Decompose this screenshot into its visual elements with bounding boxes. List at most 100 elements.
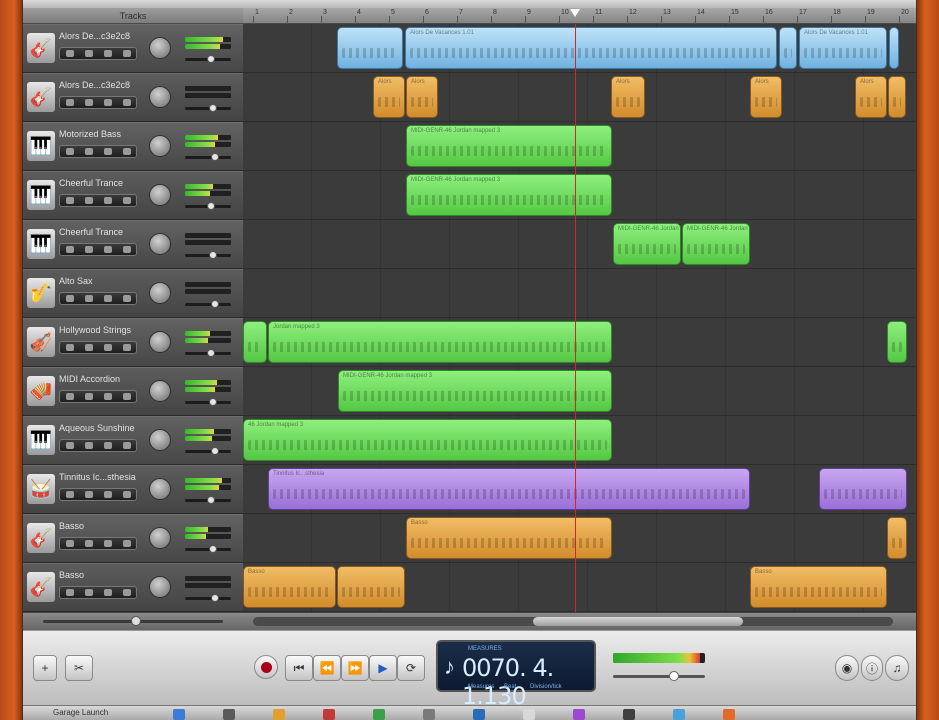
edit-button[interactable]: ✂ (65, 655, 93, 681)
dock-app-icon[interactable] (423, 709, 435, 720)
cycle-button[interactable]: ⟳ (397, 655, 425, 681)
track-volume-thumb[interactable] (209, 398, 217, 406)
zoom-slider[interactable] (43, 616, 223, 626)
solo-button[interactable] (103, 540, 112, 547)
lock-button[interactable] (122, 589, 131, 596)
solo-button[interactable] (103, 442, 112, 449)
blue-region[interactable]: Alors De Vacances 1.01 (405, 27, 777, 69)
lock-button[interactable] (122, 442, 131, 449)
green-region[interactable] (243, 321, 267, 363)
track-volume-slider[interactable] (185, 447, 231, 455)
track-header[interactable]: 🎸 Alors De...c3e2c8 (23, 73, 243, 122)
mute-button[interactable] (84, 148, 93, 155)
track-volume-thumb[interactable] (207, 55, 215, 63)
pan-knob[interactable] (149, 527, 171, 549)
solo-button[interactable] (103, 197, 112, 204)
rewind-button[interactable]: ⏪ (313, 655, 341, 681)
track-lane[interactable]: MIDI-GENR-46 Jordan mapped 3 (243, 122, 916, 171)
track-volume-thumb[interactable] (209, 251, 217, 259)
lock-button[interactable] (122, 246, 131, 253)
track-volume-thumb[interactable] (211, 594, 219, 602)
dock-app-icon[interactable] (223, 709, 235, 720)
track-header[interactable]: 🎹 Motorized Bass (23, 122, 243, 171)
track-header[interactable]: 🎻 Hollywood Strings (23, 318, 243, 367)
zoom-slider-thumb[interactable] (131, 616, 141, 626)
track-volume-slider[interactable] (185, 594, 231, 602)
orange-region[interactable]: Alors (611, 76, 645, 118)
track-header[interactable]: 🎸 Basso (23, 514, 243, 563)
green-region[interactable]: MIDI-GENR-46 Jordan mapped 3 (682, 223, 750, 265)
dock-app-icon[interactable] (323, 709, 335, 720)
blue-region[interactable] (337, 27, 403, 69)
green-region[interactable]: 46 Jordan mapped 3 (243, 419, 612, 461)
solo-button[interactable] (103, 344, 112, 351)
solo-button[interactable] (103, 491, 112, 498)
dock-app-icon[interactable] (173, 709, 185, 720)
track-lane[interactable]: MIDI-GENR-46 Jordan mapped 3 (243, 367, 916, 416)
pan-knob[interactable] (149, 233, 171, 255)
track-header[interactable]: 🎹 Cheerful Trance (23, 220, 243, 269)
track-lane[interactable]: MIDI-GENR-46 Jordan mapped 3 (243, 171, 916, 220)
track-volume-thumb[interactable] (209, 545, 217, 553)
orange-region[interactable]: Alors (750, 76, 782, 118)
blue-region[interactable] (779, 27, 797, 69)
orange-region[interactable]: Alors (406, 76, 438, 118)
orange-region[interactable]: Alors (373, 76, 405, 118)
mute-button[interactable] (84, 589, 93, 596)
go-to-beginning-button[interactable]: ⏮ (285, 655, 313, 681)
orange-region[interactable]: Basso (406, 517, 612, 559)
pan-knob[interactable] (149, 478, 171, 500)
track-lane[interactable] (243, 269, 916, 318)
media-browser-button[interactable]: ♫ (885, 655, 909, 681)
horizontal-scrollbar[interactable] (253, 617, 893, 626)
green-region[interactable] (887, 321, 907, 363)
mute-button[interactable] (84, 197, 93, 204)
lock-button[interactable] (122, 393, 131, 400)
master-volume-slider[interactable] (613, 671, 705, 681)
track-lane[interactable]: Jordan mapped 3 (243, 318, 916, 367)
pan-knob[interactable] (149, 331, 171, 353)
track-lane[interactable]: Basso (243, 514, 916, 563)
mute-button[interactable] (84, 50, 93, 57)
track-header[interactable]: 🎹 Aqueous Sunshine (23, 416, 243, 465)
track-volume-thumb[interactable] (207, 349, 215, 357)
solo-button[interactable] (103, 148, 112, 155)
record-enable-button[interactable] (65, 491, 74, 498)
solo-button[interactable] (103, 50, 112, 57)
record-enable-button[interactable] (65, 148, 74, 155)
track-lane[interactable]: Tinnitus Ic...sthesia (243, 465, 916, 514)
mute-button[interactable] (84, 99, 93, 106)
dock-app-icon[interactable] (523, 709, 535, 720)
solo-button[interactable] (103, 99, 112, 106)
record-enable-button[interactable] (65, 589, 74, 596)
solo-button[interactable] (103, 589, 112, 596)
green-region[interactable]: MIDI-GENR-46 Jordan mapped 3 (613, 223, 681, 265)
record-enable-button[interactable] (65, 344, 74, 351)
lock-button[interactable] (122, 50, 131, 57)
track-lane[interactable]: 46 Jordan mapped 3 (243, 416, 916, 465)
purple-region[interactable] (819, 468, 907, 510)
track-volume-slider[interactable] (185, 55, 231, 63)
track-lane[interactable]: Alors Alors Alors Alors Alors (243, 73, 916, 122)
dock-app-icon[interactable] (623, 709, 635, 720)
track-volume-thumb[interactable] (211, 300, 219, 308)
lock-button[interactable] (122, 540, 131, 547)
record-enable-button[interactable] (65, 540, 74, 547)
purple-region[interactable]: Tinnitus Ic...sthesia (268, 468, 750, 510)
pan-knob[interactable] (149, 184, 171, 206)
track-lane[interactable]: MIDI-GENR-46 Jordan mapped 3MIDI-GENR-46… (243, 220, 916, 269)
track-volume-slider[interactable] (185, 349, 231, 357)
lcd-display[interactable]: MEASURES ♪ 0070. 4. 1.130 Measures Beat … (436, 640, 596, 705)
mute-button[interactable] (84, 393, 93, 400)
track-volume-slider[interactable] (185, 398, 231, 406)
mute-button[interactable] (84, 540, 93, 547)
track-volume-thumb[interactable] (211, 447, 219, 455)
track-volume-slider[interactable] (185, 300, 231, 308)
track-volume-slider[interactable] (185, 202, 231, 210)
track-volume-slider[interactable] (185, 104, 231, 112)
green-region[interactable]: MIDI-GENR-46 Jordan mapped 3 (338, 370, 612, 412)
mute-button[interactable] (84, 491, 93, 498)
mute-button[interactable] (84, 246, 93, 253)
track-volume-thumb[interactable] (207, 202, 215, 210)
green-region[interactable]: MIDI-GENR-46 Jordan mapped 3 (406, 125, 612, 167)
